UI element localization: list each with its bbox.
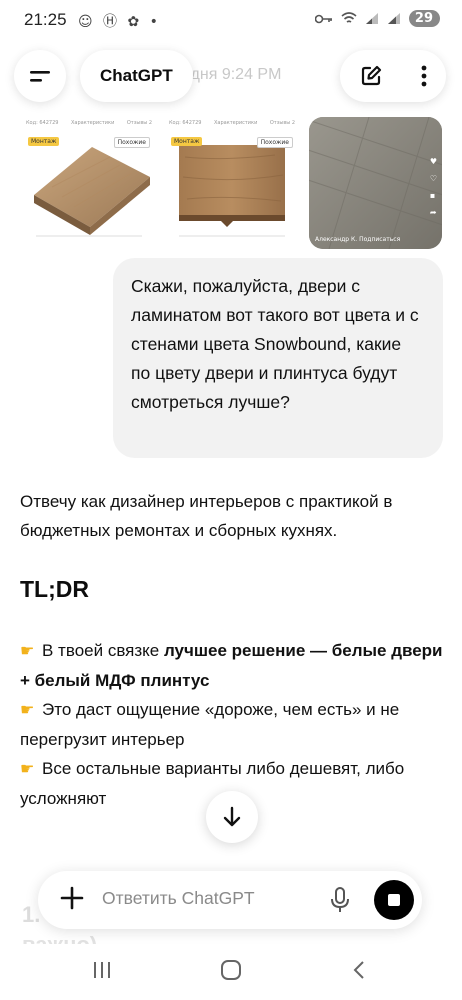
message-input[interactable]: Ответить ChatGPT: [102, 888, 255, 909]
video-author: Александр К. Подписаться: [315, 236, 400, 243]
pointing-hand-icon: ☛: [20, 702, 35, 719]
comment-icon: ▪: [429, 191, 436, 200]
author-name: Александр К.: [315, 236, 358, 243]
microphone-icon[interactable]: [330, 886, 350, 914]
attachment-image-2[interactable]: Код: 642729 Характеристики Отзывы 2 Монт…: [165, 117, 299, 249]
list-item: ☛ Это даст ощущение «дороже, чем есть» и …: [20, 695, 448, 754]
attachment-image-1[interactable]: Код: 642729 Характеристики Отзывы 2 Монт…: [22, 117, 156, 249]
clock: 21:25: [24, 10, 67, 29]
app-title: ChatGPT: [100, 66, 173, 85]
signal-icon: [365, 13, 378, 24]
battery-indicator: 29: [408, 10, 440, 27]
tldr-list: ☛ В твоей связке лучшее решение — белые д…: [20, 636, 448, 813]
subscribe-label: Подписаться: [359, 236, 401, 243]
similar-badge: Похожие: [113, 137, 150, 148]
scroll-to-bottom-button[interactable]: [206, 791, 258, 843]
install-badge: Монтаж: [171, 137, 203, 146]
video-actions: ♥ ♡ ▪ ➦: [430, 157, 437, 217]
header-actions: [340, 50, 446, 102]
attachment-video[interactable]: ♥ ♡ ▪ ➦ Александр К. Подписаться: [309, 117, 442, 249]
plus-icon[interactable]: [58, 884, 86, 912]
bullet-text: Это даст ощущение «дороже, чем есть» и н…: [20, 700, 400, 749]
similar-badge: Похожие: [256, 137, 293, 148]
notification-icons: ☺ Ⓗ ✿ •: [78, 14, 161, 30]
kebab-icon[interactable]: [420, 64, 428, 88]
message-composer: Ответить ChatGPT: [38, 871, 422, 929]
system-nav-bar: [0, 944, 462, 1000]
edit-icon[interactable]: [358, 63, 384, 89]
dislike-icon: ♡: [429, 174, 437, 183]
install-badge: Монтаж: [28, 137, 60, 146]
bullet-text: В твоей связке: [42, 641, 164, 660]
wifi-icon: [341, 12, 357, 23]
like-icon: ♥: [429, 157, 437, 166]
recents-icon[interactable]: [92, 960, 112, 980]
status-right: 29: [314, 10, 440, 27]
stop-generation-button[interactable]: [374, 880, 414, 920]
tldr-heading: TL;DR: [20, 576, 89, 602]
status-bar: 21:25 ☺ Ⓗ ✿ • 29: [0, 0, 462, 42]
faded-text: 1.: [22, 902, 41, 927]
message-timestamp: одня 9:24 PM: [182, 66, 282, 83]
list-item: ☛ В твоей связке лучшее решение — белые д…: [20, 636, 448, 695]
sidebar-menu-button[interactable]: [14, 50, 66, 102]
stop-icon: [388, 894, 400, 906]
pointing-hand-icon: ☛: [20, 643, 35, 660]
user-message-bubble: Скажи, пожалуйста, двери с ламинатом вот…: [113, 258, 443, 458]
signal-icon-2: [387, 13, 400, 24]
assistant-intro: Отвечу как дизайнер интерьеров с практик…: [20, 492, 393, 540]
laminate-floor-photo: [309, 117, 442, 249]
model-selector[interactable]: ChatGPT: [80, 50, 193, 102]
hamburger-icon: [30, 71, 50, 82]
home-icon[interactable]: [220, 960, 242, 980]
back-icon[interactable]: [352, 960, 366, 980]
key-icon: [314, 14, 332, 23]
arrow-down-icon: [223, 806, 241, 827]
pointing-hand-icon: ☛: [20, 761, 35, 778]
share-icon: ➦: [429, 208, 437, 217]
